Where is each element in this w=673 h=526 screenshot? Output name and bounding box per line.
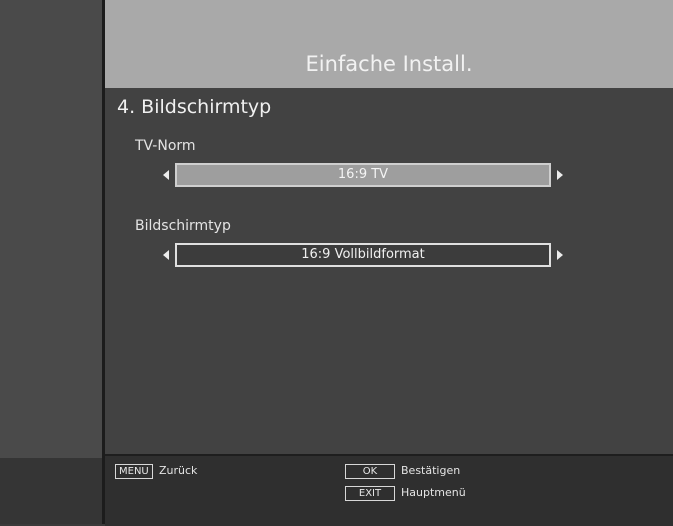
- bildschirmtyp-label: Bildschirmtyp: [135, 218, 231, 234]
- page-title: Einfache Install.: [305, 52, 473, 76]
- footer-help-bar: MENU Zurück OK Bestätigen EXIT Hauptmenü: [105, 454, 673, 526]
- bildschirmtyp-left-arrow-icon[interactable]: [163, 250, 169, 260]
- menu-key-badge: MENU: [115, 464, 153, 479]
- ok-key-badge: OK: [345, 464, 395, 479]
- tv-norm-left-arrow-icon[interactable]: [163, 170, 169, 180]
- tv-norm-selector[interactable]: 16:9 TV: [175, 163, 551, 187]
- exit-key-hint: Hauptmenü: [401, 486, 466, 499]
- left-side-panel: [0, 0, 104, 524]
- settings-panel: 4. Bildschirmtyp TV-Norm 16:9 TV Bildsch…: [105, 88, 673, 454]
- header-bar: Einfache Install.: [105, 0, 673, 88]
- menu-key-hint: Zurück: [159, 464, 198, 477]
- section-title: 4. Bildschirmtyp: [117, 96, 272, 118]
- exit-key-badge: EXIT: [345, 486, 395, 501]
- left-side-panel-bottom: [0, 458, 104, 524]
- ok-key-hint: Bestätigen: [401, 464, 461, 477]
- tv-norm-right-arrow-icon[interactable]: [557, 170, 563, 180]
- bildschirmtyp-right-arrow-icon[interactable]: [557, 250, 563, 260]
- bildschirmtyp-selector[interactable]: 16:9 Vollbildformat: [175, 243, 551, 267]
- tv-norm-label: TV-Norm: [135, 138, 196, 154]
